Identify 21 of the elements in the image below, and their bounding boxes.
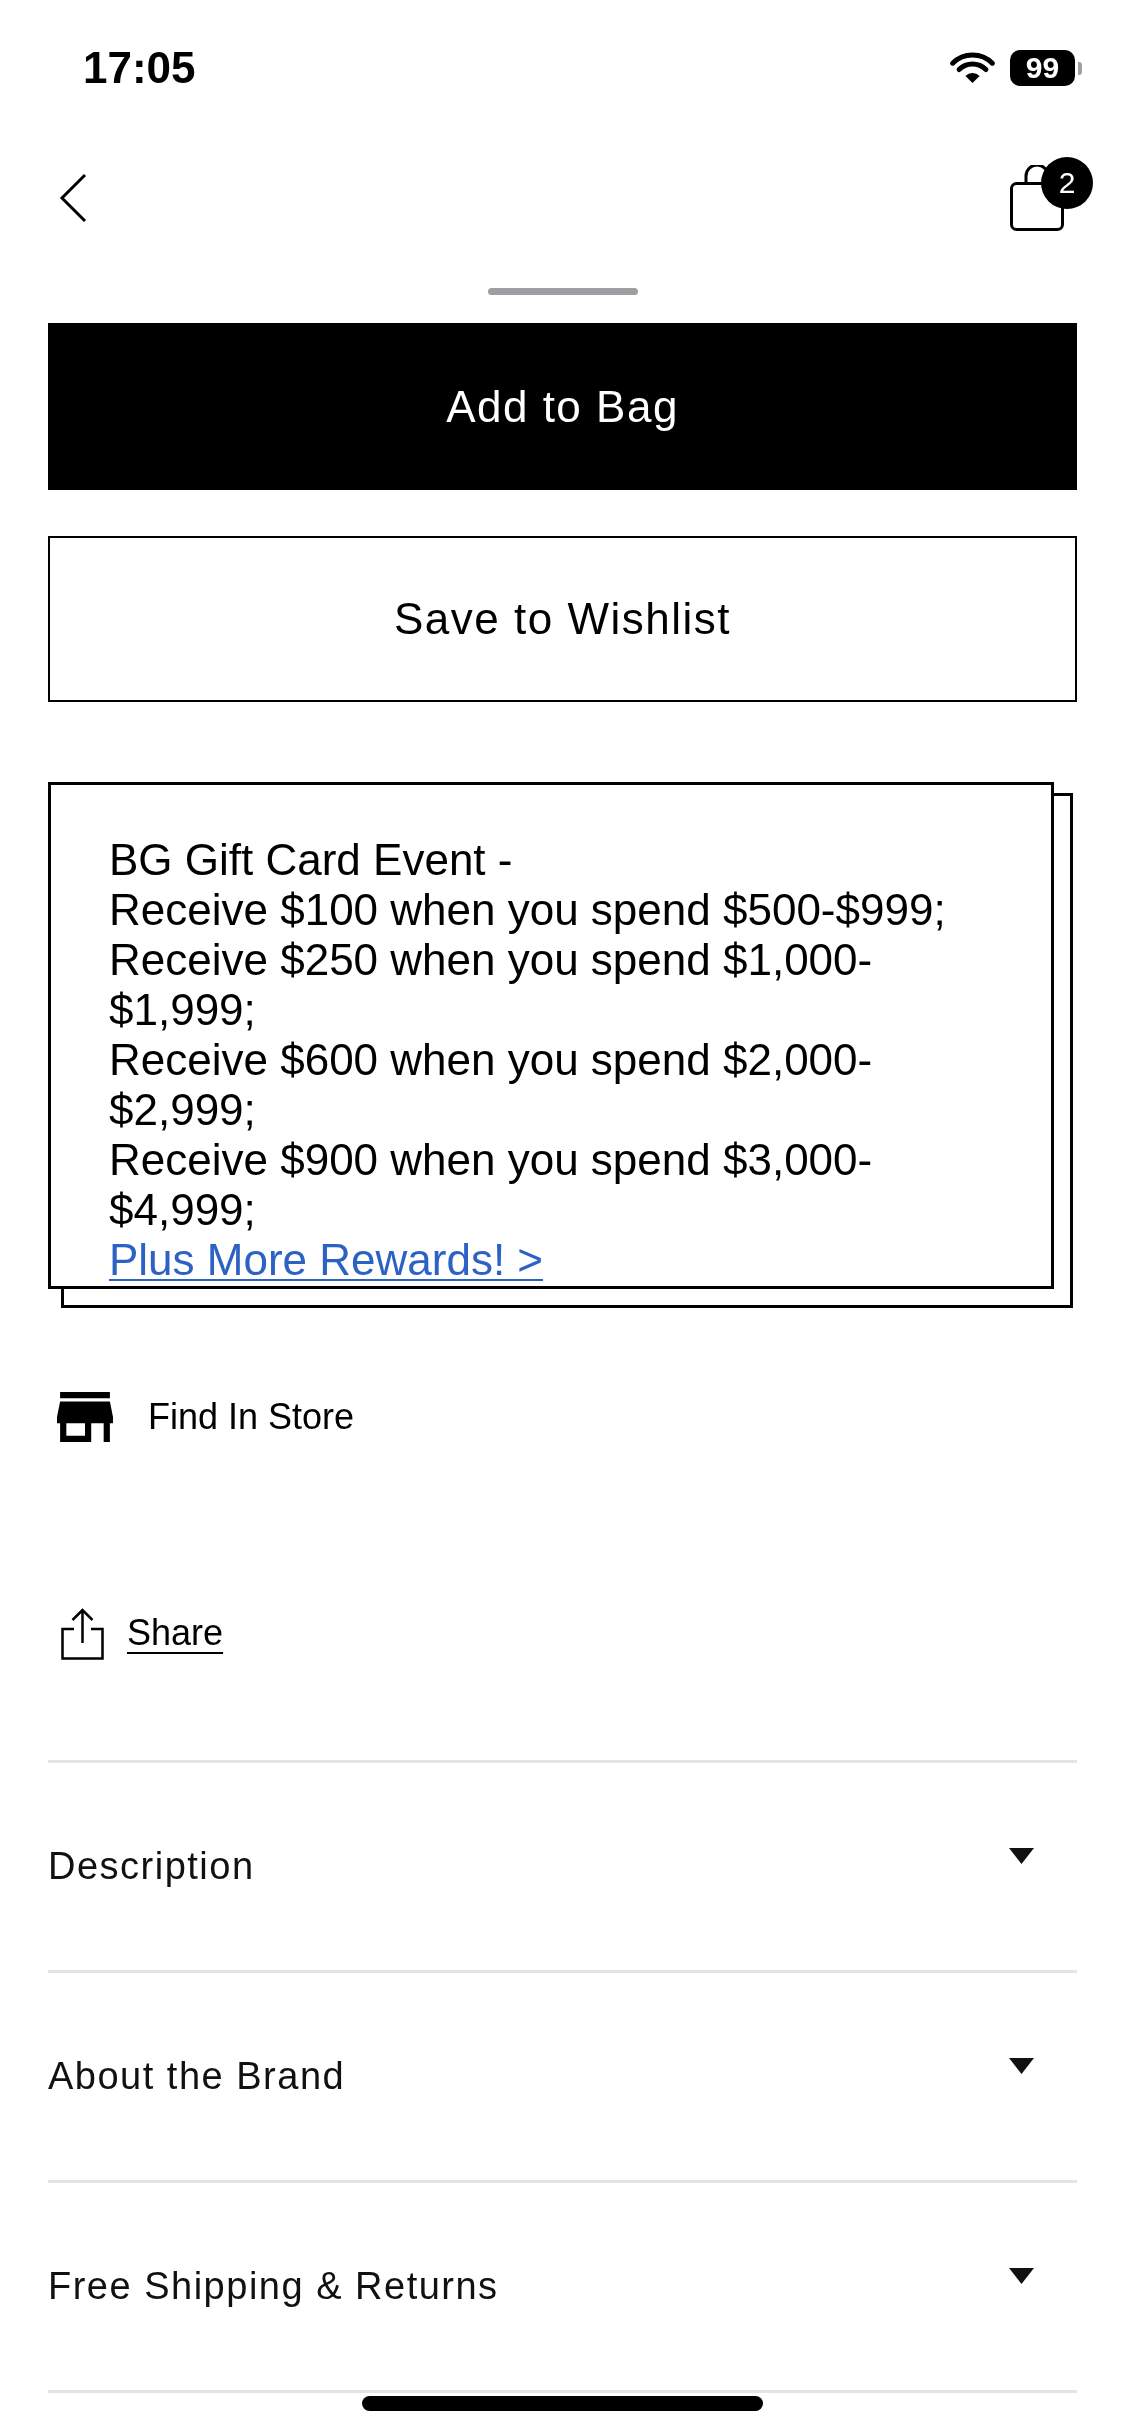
offer-text: Receive $900 when you spend $3,000-$4,999; (109, 1135, 874, 1235)
store-icon (57, 1392, 113, 1442)
add-to-bag-button[interactable]: Add to Bag (48, 323, 1077, 490)
offer-text: Receive $600 when you spend $2,000-$2,999; (109, 1035, 874, 1135)
accordion-header[interactable]: Free Shipping & Returns (48, 2183, 1077, 2390)
battery-indicator: 99 (1010, 50, 1082, 86)
offer-text: Receive $100 when you spend $500-$999; (109, 885, 947, 935)
bag-count-badge: 2 (1041, 157, 1093, 209)
save-to-wishlist-button[interactable]: Save to Wishlist (48, 536, 1077, 702)
status-time: 17:05 (83, 43, 196, 93)
offer-text: Receive $250 when you spend $1,000-$1,999; (109, 935, 874, 1035)
wifi-icon (950, 51, 995, 85)
rewards-link[interactable]: Plus More Rewards! > (109, 1235, 544, 1285)
drag-handle[interactable] (487, 288, 638, 295)
find-in-store-button[interactable]: Find In Store (48, 1392, 355, 1442)
accordion-header[interactable]: Description (48, 1763, 1077, 1970)
promo-title: BG Gift Card Event - (109, 835, 514, 885)
share-icon (61, 1606, 104, 1660)
accordion-header[interactable]: About the Brand (48, 1973, 1077, 2180)
share-link[interactable]: Share (48, 1606, 224, 1660)
back-icon[interactable] (59, 173, 87, 223)
